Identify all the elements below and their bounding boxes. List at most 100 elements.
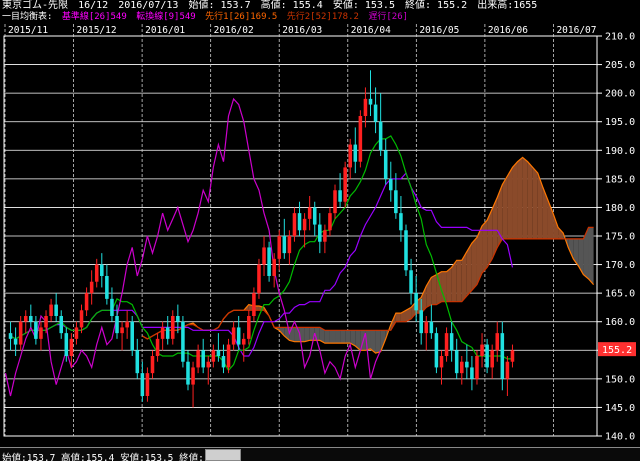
candle-body [29, 316, 33, 322]
cloud-segment [482, 220, 488, 274]
candle-body [282, 236, 287, 254]
senkou-span-b-line [142, 226, 594, 340]
candle-body [368, 98, 373, 105]
candle-body [221, 356, 226, 368]
y-tick-label: 170.0 [605, 260, 635, 271]
candle-body [465, 361, 469, 368]
x-tick-label: 2016/07 [556, 25, 596, 36]
candle-body [485, 344, 489, 368]
x-tick-label: 2016/04 [351, 25, 391, 36]
candle-body [44, 316, 48, 328]
y-tick-label: 140.0 [605, 432, 635, 443]
candle-body [94, 264, 99, 282]
close-price: 終値: 155.2 [405, 0, 468, 11]
cloud-segment [294, 327, 300, 342]
y-tick-label: 190.0 [605, 146, 635, 157]
candle-body [267, 247, 271, 276]
candle-body [318, 224, 322, 242]
candle-body [171, 316, 175, 339]
candle-body [399, 213, 403, 231]
candle-body [358, 116, 363, 162]
candle-body [18, 321, 23, 345]
legend-item-tenkan: 転換線[9]549 [136, 12, 196, 22]
y-tick-label: 145.0 [605, 403, 635, 414]
candle-body [69, 338, 74, 356]
legend-title: 一目均衡表: [2, 12, 53, 22]
y-tick-label: 165.0 [605, 289, 635, 300]
candle-body [105, 276, 109, 299]
candle-body [353, 144, 358, 162]
x-tick-label: 2016/05 [419, 25, 459, 36]
candle-body [89, 281, 94, 294]
cloud-segment [517, 157, 523, 239]
x-tick-label: 2016/01 [145, 25, 185, 36]
candle-body [505, 361, 510, 379]
candle-body [181, 321, 185, 362]
legend-item-senkou-b: 先行2[52]178.2 [286, 12, 359, 22]
candle-body [191, 367, 195, 385]
candle-body [429, 321, 434, 334]
contract-month: 16/12 [78, 0, 109, 11]
x-tick-label: 2016/02 [214, 25, 254, 36]
indicator-legend: 一目均衡表: 基準線[26]549 転換線[9]549 先行1[26]169.5… [2, 12, 412, 22]
candle-body [262, 247, 266, 265]
candle-body [54, 304, 58, 316]
y-tick-label: 150.0 [605, 374, 635, 385]
quote-date: 2016/07/13 [118, 0, 179, 11]
y-tick-label: 180.0 [605, 203, 635, 214]
chart-window: 210.0 205.0 200.0 195.0 190.0 185.0 180.0 175.0… [0, 0, 640, 461]
candle-body [59, 316, 64, 334]
cloud-segment [507, 167, 513, 239]
candle-body [125, 321, 129, 328]
candle-body [120, 327, 124, 334]
candle-body [307, 207, 312, 219]
candle-body [176, 316, 180, 322]
candle-body [500, 333, 505, 379]
cloud-segment [289, 327, 295, 342]
candle-body [226, 344, 231, 368]
candle-body [115, 316, 119, 334]
cloud-segment [532, 167, 538, 239]
candle-body [196, 350, 200, 368]
x-tick-label: 2015/11 [8, 25, 48, 36]
candle-body [13, 338, 18, 345]
candle-body [206, 361, 211, 368]
candle-body [231, 327, 236, 345]
x-tick-label: 2016/06 [488, 25, 528, 36]
cloud-segment [588, 227, 594, 285]
candle-body [470, 367, 474, 379]
candle-body [277, 236, 282, 259]
y-tick-label: 205.0 [605, 60, 635, 71]
y-tick-label: 210.0 [605, 32, 635, 43]
candle-body [419, 310, 423, 334]
y-tick-label: 200.0 [605, 89, 635, 100]
candle-body [404, 230, 408, 271]
scrollbar-thumb[interactable] [205, 449, 241, 461]
candle-body [328, 213, 332, 231]
cloud-segment [345, 330, 351, 344]
legend-item-kijun: 基準線[26]549 [61, 12, 127, 22]
candle-body [49, 304, 53, 316]
cloud-segment [471, 237, 477, 291]
instrument-name: 東京ゴム-先限 [2, 0, 69, 11]
candle-body [64, 333, 69, 356]
candle-body [434, 333, 439, 368]
candle-body [363, 98, 368, 116]
y-tick-label: 185.0 [605, 174, 635, 185]
cloud-segment [527, 161, 533, 239]
candle-body [145, 373, 150, 396]
cloud-segment [522, 157, 528, 239]
status-text: 始値:153.7 高値:155.4 安値:153.5 終値:155.2 [2, 453, 233, 461]
candle-body [480, 344, 484, 356]
candle-body [8, 333, 13, 339]
candle-body [23, 316, 28, 322]
candle-body [414, 293, 418, 311]
candle-body [100, 264, 104, 276]
candle-body [135, 350, 140, 374]
y-tick-label: 160.0 [605, 317, 635, 328]
cloud-segment [512, 161, 518, 239]
candle-body [110, 298, 114, 316]
candle-body [155, 338, 160, 356]
candle-body [74, 327, 79, 339]
candle-body [79, 310, 84, 328]
